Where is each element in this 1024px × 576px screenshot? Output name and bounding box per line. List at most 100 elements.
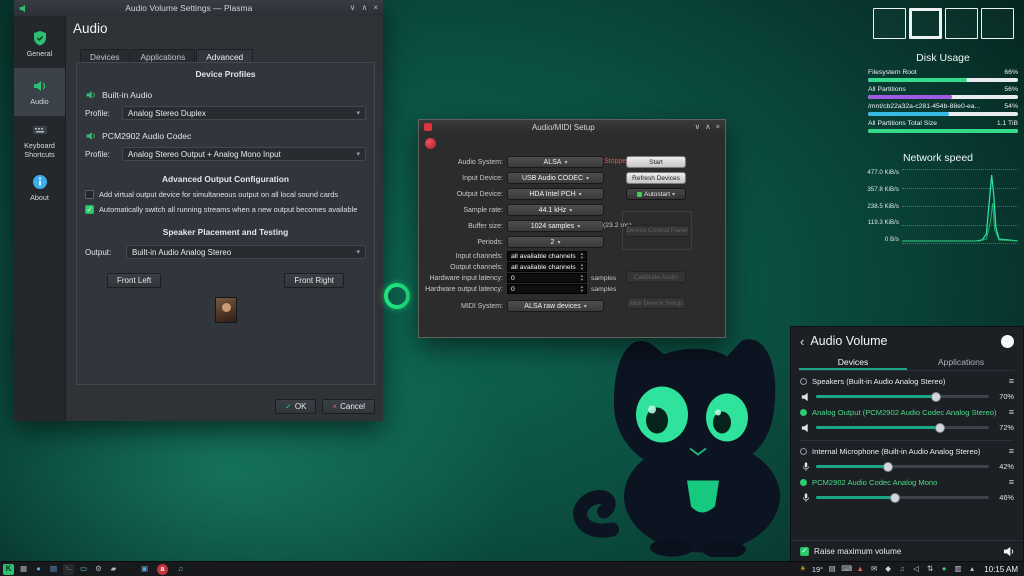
auto-switch-streams-checkbox-row[interactable]: ✓ Automatically switch all running strea… [85, 205, 366, 214]
slider-handle[interactable] [935, 423, 945, 433]
sample-rate-select[interactable]: 44.1 kHz ▾ [507, 204, 604, 216]
profile-label: Profile: [85, 150, 117, 159]
input-channels-spinner[interactable]: all available channels ▴▾ [507, 251, 587, 261]
profile-label: Profile: [85, 109, 117, 118]
slider-handle[interactable] [931, 392, 941, 402]
output-channels-spinner[interactable]: all available channels ▴▾ [507, 262, 587, 272]
task-window-button[interactable]: ▣ [139, 564, 150, 575]
device-control-panel-button[interactable]: Device Control Panel [625, 225, 689, 237]
spinner-arrows-icon[interactable]: ▴▾ [581, 274, 583, 282]
titlebar[interactable]: Audio/MIDI Setup ∨ ∧ × [419, 120, 725, 134]
terminal-launcher[interactable]: ›_ [63, 564, 74, 575]
virtual-output-checkbox-row[interactable]: Add virtual output device for simultaneo… [85, 190, 366, 199]
disk-row: All Partitions 56% [868, 86, 1018, 99]
volume-tray-icon[interactable]: ◁ [911, 565, 921, 573]
refresh-devices-button[interactable]: Refresh Devices [626, 172, 686, 184]
close-button[interactable]: × [716, 123, 720, 131]
front-left-button[interactable]: Front Left [107, 273, 161, 288]
pager-desktop-2[interactable] [909, 8, 942, 39]
media-player-tray-icon[interactable]: ♫ [897, 565, 907, 573]
minimize-button[interactable]: ∨ [350, 4, 356, 12]
periods-select[interactable]: 2 ▾ [507, 236, 604, 248]
autostart-toggle[interactable]: Autostart ▾ [626, 188, 686, 200]
output-device-select[interactable]: HDA Intel PCH ▾ [507, 188, 604, 200]
midi-system-select[interactable]: ALSA raw devices ▾ [507, 300, 604, 312]
start-button[interactable]: Start [626, 156, 686, 168]
system-monitor-launcher[interactable]: ▭ [78, 564, 89, 575]
expand-tray-icon[interactable]: ▴ [967, 565, 977, 573]
applet-settings-button[interactable] [1001, 335, 1014, 348]
vault-tray-icon[interactable]: ▥ [953, 565, 963, 573]
ok-button[interactable]: ✓ OK [275, 399, 316, 414]
audio-system-select[interactable]: ALSA ▾ [507, 156, 604, 168]
cancel-button[interactable]: × Cancel [322, 399, 375, 414]
audio-app-task-button[interactable]: ♫ [175, 564, 186, 575]
slider-handle[interactable] [890, 493, 900, 503]
audio-volume-applet: ‹ Audio Volume Devices Applications Spea… [790, 326, 1024, 562]
device-notifier-tray-icon[interactable]: ▲ [855, 565, 865, 573]
volume-slider[interactable] [816, 496, 989, 499]
volume-slider[interactable] [816, 426, 989, 429]
back-chevron-icon[interactable]: ‹ [800, 335, 804, 348]
disk-usage-widget: Disk Usage Filesystem Root 66% All Parti… [868, 52, 1018, 137]
text-editor-launcher[interactable]: ▰ [108, 564, 119, 575]
file-manager-launcher[interactable]: ▤ [48, 564, 59, 575]
volume-percent: 42% [994, 462, 1014, 471]
default-device-indicator[interactable] [800, 448, 807, 455]
maximize-button[interactable]: ∧ [705, 123, 711, 131]
device-menu-icon[interactable]: ≡ [1009, 478, 1014, 487]
sidebar-item-audio[interactable]: Audio [14, 68, 65, 116]
updates-tray-icon[interactable]: ⇅ [925, 565, 935, 573]
maximize-button[interactable]: ∧ [361, 4, 367, 12]
close-button[interactable]: × [373, 4, 378, 12]
ardour-task-button[interactable]: a [157, 564, 168, 575]
volume-slider[interactable] [816, 395, 989, 398]
clock[interactable]: 10:15 AM [984, 565, 1018, 574]
mail-tray-icon[interactable]: ✉ [869, 565, 879, 573]
device-menu-icon[interactable]: ≡ [1009, 408, 1014, 417]
hw-input-latency-spinner[interactable]: 0 ▴▾ [507, 273, 587, 283]
keyboard-layout-tray-icon[interactable]: ⌨ [841, 565, 851, 573]
calibrate-audio-button[interactable]: Calibrate Audio [626, 271, 686, 283]
hw-output-latency-spinner[interactable]: 0 ▴▾ [507, 284, 587, 294]
web-browser-launcher[interactable]: ● [33, 564, 44, 575]
weather-tray-icon[interactable]: ☀ [798, 565, 808, 573]
spinner-arrows-icon[interactable]: ▴▾ [581, 285, 583, 293]
network-tray-icon[interactable]: ◆ [883, 565, 893, 573]
clipboard-tray-icon[interactable]: ▤ [827, 565, 837, 573]
tab-devices[interactable]: Devices [799, 353, 907, 370]
notifications-tray-icon[interactable]: ● [939, 565, 949, 573]
builtin-audio-profile-select[interactable]: Analog Stereo Duplex ▾ [122, 106, 366, 120]
default-device-indicator[interactable] [800, 479, 807, 486]
test-output-select[interactable]: Built-in Audio Analog Stereo ▾ [126, 245, 366, 259]
minimize-button[interactable]: ∨ [695, 123, 701, 131]
input-device-select[interactable]: USB Audio CODEC ▾ [507, 172, 604, 184]
speaker-icon[interactable] [1003, 546, 1014, 557]
sidebar-item-about[interactable]: About [14, 164, 65, 212]
sidebar-item-general[interactable]: General [14, 20, 65, 68]
buffer-size-select[interactable]: 1024 samples ▾ [507, 220, 604, 232]
midi-device-setup-button[interactable]: Midi Device Setup [626, 297, 686, 309]
titlebar[interactable]: Audio Volume Settings — Plasma ∨ ∧ × [14, 0, 383, 16]
front-right-button[interactable]: Front Right [284, 273, 344, 288]
settings-launcher[interactable]: ⚙ [93, 564, 104, 575]
pager-desktop-1[interactable] [873, 8, 906, 39]
default-device-indicator[interactable] [800, 378, 807, 385]
slider-handle[interactable] [883, 462, 893, 472]
device-menu-icon[interactable]: ≡ [1009, 447, 1014, 456]
volume-slider[interactable] [816, 465, 989, 468]
raise-max-volume-checkbox[interactable]: ✓ [800, 547, 809, 556]
tab-applications[interactable]: Applications [907, 353, 1015, 370]
pager-launcher[interactable]: ▦ [18, 564, 29, 575]
pcm2902-profile-select[interactable]: Analog Stereo Output + Analog Mono Input… [122, 147, 366, 161]
application-menu-launcher[interactable]: K [3, 564, 14, 575]
pager-desktop-4[interactable] [981, 8, 1014, 39]
spinner-arrows-icon[interactable]: ▴▾ [581, 252, 583, 260]
device-menu-icon[interactable]: ≡ [1009, 377, 1014, 386]
default-device-indicator[interactable] [800, 409, 807, 416]
ardour-icon [424, 123, 432, 131]
disk-value: 54% [1004, 103, 1018, 110]
sidebar-item-keyboard-shortcuts[interactable]: Keyboard Shortcuts [14, 116, 65, 164]
spinner-arrows-icon[interactable]: ▴▾ [581, 263, 583, 271]
pager-desktop-3[interactable] [945, 8, 978, 39]
